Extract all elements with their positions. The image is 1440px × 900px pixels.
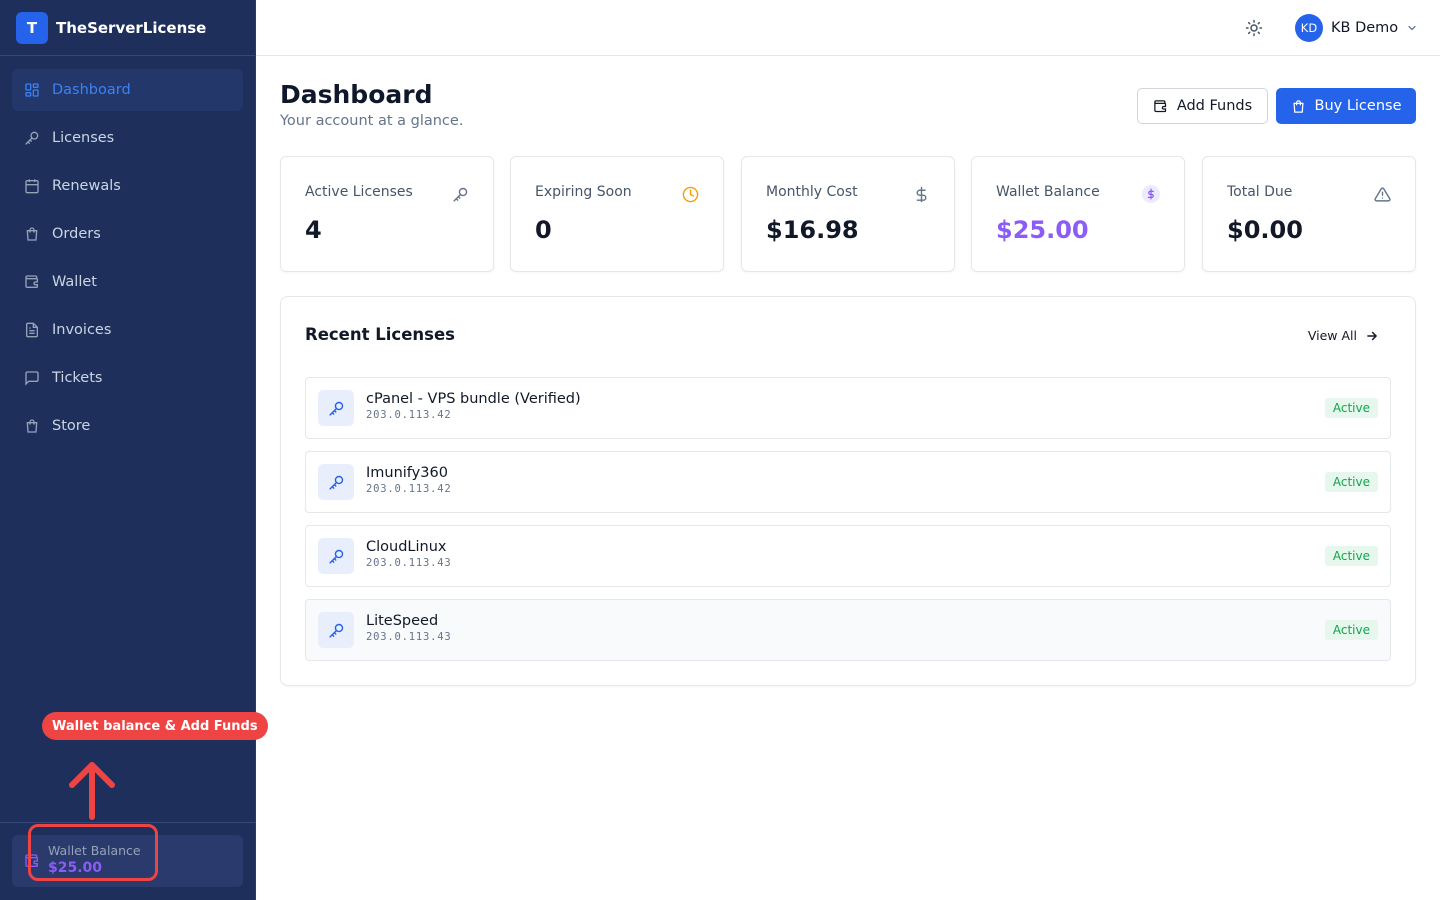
license-row[interactable]: Imunify360 203.0.113.42 Active	[305, 451, 1391, 513]
brand-name: TheServerLicense	[56, 18, 207, 37]
recent-licenses-title: Recent Licenses	[305, 325, 455, 344]
license-ip: 203.0.113.43	[366, 631, 452, 643]
stat-value: $0.00	[1227, 216, 1303, 244]
annotation-highlight-box	[28, 824, 158, 881]
key-icon	[318, 538, 354, 574]
brand[interactable]: T TheServerLicense	[0, 0, 255, 56]
stat-value: 0	[535, 216, 552, 244]
message-square-icon	[24, 370, 40, 386]
status-badge: Active	[1324, 398, 1378, 418]
dollar-icon	[912, 185, 930, 203]
sidebar-item-wallet[interactable]: Wallet	[12, 261, 243, 303]
calendar-icon	[24, 178, 40, 194]
stat-value: $25.00	[996, 216, 1089, 244]
sidebar-item-label: Orders	[52, 226, 101, 242]
buy-license-button[interactable]: Buy License	[1276, 88, 1416, 124]
status-badge: Active	[1324, 546, 1378, 566]
alert-triangle-icon	[1373, 185, 1391, 203]
avatar: KD	[1295, 14, 1323, 42]
sidebar: T TheServerLicense Dashboard Licenses Re…	[0, 0, 256, 900]
license-name: CloudLinux	[366, 539, 447, 555]
stat-label: Total Due	[1227, 184, 1293, 200]
stat-value: $16.98	[766, 216, 859, 244]
brand-logo: T	[16, 11, 48, 44]
add-funds-button[interactable]: Add Funds	[1137, 88, 1268, 124]
annotation-arrow-icon	[69, 762, 115, 820]
sidebar-item-licenses[interactable]: Licenses	[12, 117, 243, 159]
license-name: LiteSpeed	[366, 613, 439, 629]
shopping-bag-icon	[24, 418, 40, 434]
topbar: KD KB Demo	[256, 0, 1440, 56]
sidebar-item-label: Renewals	[52, 178, 121, 194]
license-ip: 203.0.113.42	[366, 483, 452, 495]
page-title: Dashboard	[280, 80, 433, 109]
sidebar-item-label: Licenses	[52, 130, 115, 146]
license-ip: 203.0.113.43	[366, 557, 452, 569]
stat-label: Expiring Soon	[535, 184, 632, 200]
user-name: KB Demo	[1331, 20, 1399, 36]
stat-label: Active Licenses	[305, 184, 413, 200]
shopping-bag-icon	[24, 226, 40, 242]
user-menu[interactable]: KD KB Demo	[1295, 14, 1418, 42]
chevron-down-icon	[1408, 25, 1416, 31]
sidebar-item-tickets[interactable]: Tickets	[12, 357, 243, 399]
sidebar-item-label: Wallet	[52, 274, 97, 290]
file-text-icon	[24, 322, 40, 338]
view-all-label: View All	[1307, 328, 1357, 343]
wallet-icon	[1154, 99, 1166, 112]
buy-license-label: Buy License	[1314, 98, 1402, 114]
key-icon	[318, 612, 354, 648]
shopping-bag-icon	[1292, 99, 1304, 113]
status-badge: Active	[1324, 620, 1378, 640]
add-funds-label: Add Funds	[1176, 98, 1253, 114]
sun-icon[interactable]	[1245, 19, 1263, 37]
key-icon	[451, 185, 469, 203]
stat-card-monthly-cost: Monthly Cost $16.98	[741, 156, 955, 272]
annotation-label: Wallet balance & Add Funds	[42, 712, 268, 740]
key-icon	[318, 390, 354, 426]
status-badge: Active	[1324, 472, 1378, 492]
sidebar-item-store[interactable]: Store	[12, 405, 243, 447]
license-row[interactable]: cPanel - VPS bundle (Verified) 203.0.113…	[305, 377, 1391, 439]
license-ip: 203.0.113.42	[366, 409, 452, 421]
sidebar-item-dashboard[interactable]: Dashboard	[12, 69, 243, 111]
stat-card-active-licenses: Active Licenses 4	[280, 156, 494, 272]
page-subtitle: Your account at a glance.	[280, 113, 464, 129]
license-name: cPanel - VPS bundle (Verified)	[366, 391, 581, 407]
license-row[interactable]: LiteSpeed 203.0.113.43 Active	[305, 599, 1391, 661]
license-name: Imunify360	[366, 465, 448, 481]
wallet-icon	[24, 274, 40, 290]
sidebar-item-label: Dashboard	[52, 82, 131, 98]
stat-card-expiring-soon: Expiring Soon 0	[510, 156, 724, 272]
stat-value: 4	[305, 216, 322, 244]
view-all-link[interactable]: View All	[1308, 328, 1379, 343]
sidebar-nav: Dashboard Licenses Renewals Orders Walle…	[0, 56, 255, 447]
sidebar-item-label: Tickets	[52, 370, 103, 386]
license-row[interactable]: CloudLinux 203.0.113.43 Active	[305, 525, 1391, 587]
key-icon	[318, 464, 354, 500]
stat-label: Monthly Cost	[766, 184, 858, 200]
sidebar-item-label: Invoices	[52, 322, 112, 338]
dashboard-icon	[24, 82, 40, 98]
sidebar-item-label: Store	[52, 418, 91, 434]
sidebar-item-renewals[interactable]: Renewals	[12, 165, 243, 207]
sidebar-item-invoices[interactable]: Invoices	[12, 309, 243, 351]
sidebar-item-orders[interactable]: Orders	[12, 213, 243, 255]
recent-licenses-card: Recent Licenses View All cPanel - VPS bu…	[280, 296, 1416, 686]
key-icon	[24, 130, 40, 146]
dollar-circle-icon	[1142, 185, 1160, 203]
stat-label: Wallet Balance	[996, 184, 1100, 200]
stat-card-wallet-balance: Wallet Balance $25.00	[971, 156, 1185, 272]
clock-icon	[681, 185, 699, 203]
arrow-right-icon	[1367, 331, 1378, 340]
stat-card-total-due: Total Due $0.00	[1202, 156, 1416, 272]
